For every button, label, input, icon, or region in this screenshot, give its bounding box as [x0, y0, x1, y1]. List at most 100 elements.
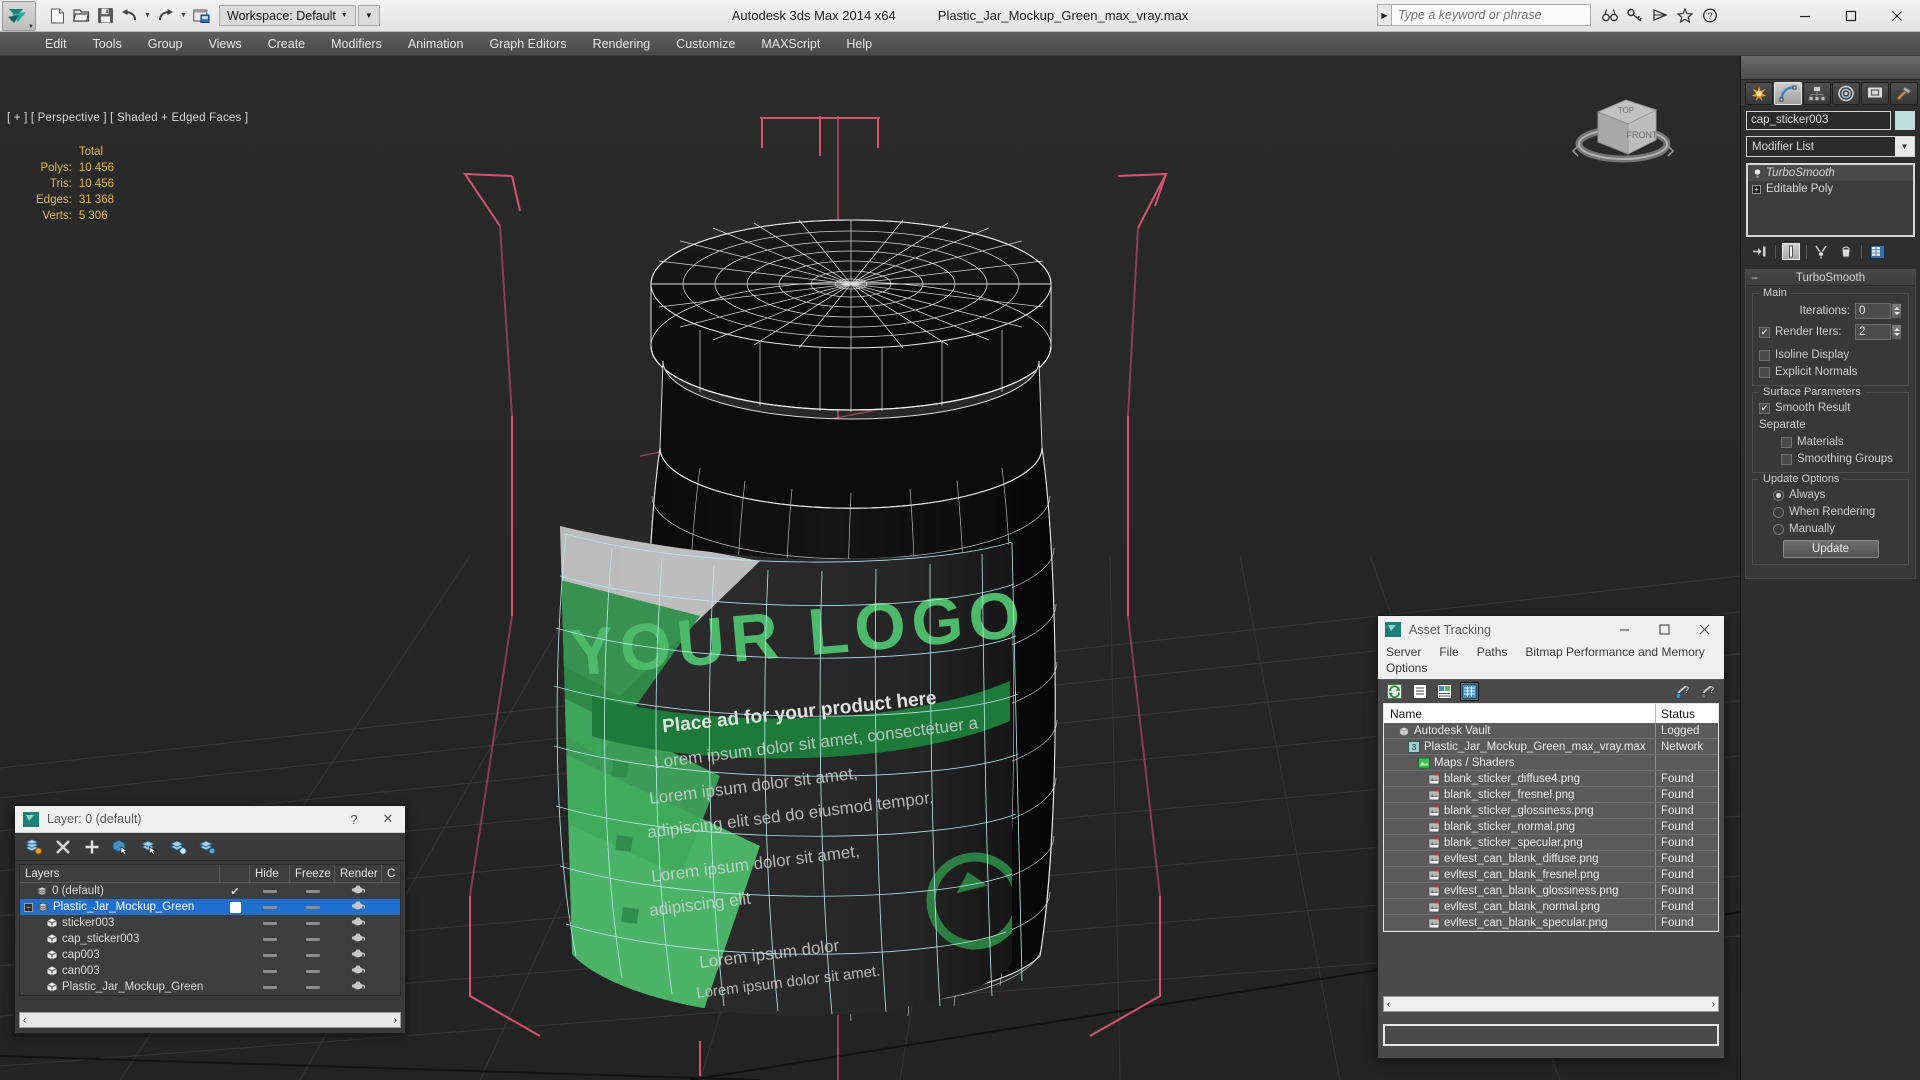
layer-dialog[interactable]: Layer: 0 (default) ? ✕ Layers Hide Freez… [14, 805, 406, 1034]
add-selection-to-layer-icon[interactable] [83, 838, 100, 855]
add-path-help-icon[interactable]: ? [1674, 683, 1691, 700]
layer-row[interactable]: sticker003 [20, 915, 400, 931]
close-button[interactable] [1874, 0, 1920, 32]
update-manually-radio[interactable] [1773, 523, 1784, 535]
search-input[interactable] [1391, 4, 1591, 26]
menu-item-views[interactable]: Views [195, 34, 254, 54]
menu-item-graph-editors[interactable]: Graph Editors [476, 34, 579, 54]
asset-row[interactable]: blank_sticker_normal.png Found [1384, 819, 1718, 835]
scroll-left-arrow[interactable]: ‹ [1387, 999, 1390, 1010]
column-freeze[interactable]: Freeze [290, 865, 335, 882]
show-end-result-button[interactable] [1782, 243, 1800, 260]
list-view-icon[interactable] [1411, 683, 1428, 700]
at-menu-paths[interactable]: Paths [1475, 644, 1510, 660]
column-color[interactable]: C [382, 865, 400, 882]
layer-row[interactable]: cap_sticker003 [20, 931, 400, 947]
scroll-left-arrow[interactable]: ‹ [23, 1015, 26, 1026]
subscription-key-icon[interactable] [1625, 5, 1645, 25]
select-objects-in-layer-icon[interactable] [112, 838, 129, 855]
select-layer-icon[interactable] [141, 838, 158, 855]
collapse-minus-icon[interactable]: − [1751, 271, 1758, 285]
layer-freeze-cell[interactable] [290, 985, 335, 989]
asset-row[interactable]: 3 Plastic_Jar_Mockup_Green_max_vray.max Ne… [1384, 739, 1718, 755]
stack-item-turbosmooth[interactable]: TurboSmooth [1748, 165, 1913, 181]
set-current-layer-to-selection-icon[interactable] [170, 838, 187, 855]
display-tab[interactable] [1861, 82, 1889, 105]
layer-hide-cell[interactable] [250, 905, 290, 909]
layer-dialog-close-button[interactable]: ✕ [371, 806, 405, 833]
stack-item-editable-poly[interactable]: + Editable Poly [1748, 181, 1913, 197]
render-iters-spin-arrows[interactable] [1891, 324, 1902, 340]
asset-row[interactable]: evltest_can_blank_glossiness.png Found [1384, 883, 1718, 899]
column-hide[interactable]: Hide [250, 865, 290, 882]
iterations-value[interactable]: 0 [1855, 303, 1891, 319]
layer-render-cell[interactable] [335, 884, 382, 898]
asset-tracking-minimize-button[interactable] [1604, 616, 1644, 643]
delete-layer-icon[interactable] [54, 838, 71, 855]
layer-render-cell[interactable] [335, 964, 382, 978]
search-binoculars-icon[interactable] [1600, 5, 1620, 25]
table-view-icon[interactable] [1460, 682, 1479, 701]
redo-dropdown[interactable]: ▼ [178, 4, 189, 27]
layer-freeze-cell[interactable] [290, 969, 335, 973]
communication-center-icon[interactable] [1650, 5, 1670, 25]
undo-button[interactable] [118, 4, 141, 27]
asset-row[interactable]: evltest_can_blank_diffuse.png Found [1384, 851, 1718, 867]
save-file-button[interactable] [94, 4, 117, 27]
explicit-normals-checkbox[interactable] [1759, 366, 1770, 378]
search-dropdown-arrow[interactable]: ▶ [1377, 4, 1391, 26]
asset-tracking-close-button[interactable] [1684, 616, 1724, 643]
path-help-icon[interactable]: ? [1699, 683, 1716, 700]
asset-row[interactable]: blank_sticker_fresnel.png Found [1384, 787, 1718, 803]
menu-item-rendering[interactable]: Rendering [580, 34, 664, 54]
layer-expander-icon[interactable]: − [24, 902, 33, 912]
column-name[interactable]: Name [1384, 704, 1656, 723]
expand-plus-icon[interactable]: + [1752, 184, 1761, 194]
layer-list[interactable]: Layers Hide Freeze Render C 0 (default) ✔… [19, 864, 401, 996]
layer-hide-cell[interactable] [250, 921, 290, 925]
layer-freeze-cell[interactable] [290, 937, 335, 941]
hierarchy-tab[interactable] [1803, 82, 1831, 105]
layer-freeze-cell[interactable] [290, 953, 335, 957]
create-new-layer-icon[interactable] [25, 838, 42, 855]
workspace-dropdown-button[interactable]: ▼ [357, 5, 380, 26]
menu-item-create[interactable]: Create [255, 34, 319, 54]
update-always-row[interactable]: Always [1759, 489, 1902, 501]
layer-freeze-cell[interactable] [290, 905, 335, 909]
layer-row[interactable]: cap003 [20, 947, 400, 963]
layer-row[interactable]: Plastic_Jar_Mockup_Green [20, 979, 400, 995]
isoline-display-checkbox[interactable] [1759, 349, 1770, 361]
favorites-star-icon[interactable] [1675, 5, 1695, 25]
menu-item-modifiers[interactable]: Modifiers [318, 34, 395, 54]
asset-row[interactable]: Autodesk Vault Logged [1384, 723, 1718, 739]
layer-freeze-cell[interactable] [290, 889, 335, 893]
smooth-result-checkbox[interactable] [1759, 402, 1770, 414]
menu-item-group[interactable]: Group [135, 34, 196, 54]
menu-item-edit[interactable]: Edit [32, 34, 80, 54]
asset-row[interactable]: blank_sticker_glossiness.png Found [1384, 803, 1718, 819]
remove-modifier-button[interactable] [1837, 243, 1855, 260]
make-unique-button[interactable] [1813, 243, 1831, 260]
modify-tab[interactable] [1774, 82, 1802, 105]
menu-item-help[interactable]: Help [833, 34, 885, 54]
menu-item-customize[interactable]: Customize [663, 34, 748, 54]
iterations-stepper[interactable]: 0 [1855, 303, 1902, 319]
maximize-button[interactable] [1828, 0, 1874, 32]
motion-tab[interactable] [1832, 82, 1860, 105]
render-iters-checkbox[interactable] [1759, 326, 1770, 338]
layer-hide-cell[interactable] [250, 937, 290, 941]
separate-materials-checkbox[interactable] [1781, 436, 1792, 448]
asset-tracking-dialog[interactable]: Asset Tracking Server File Paths Bitmap … [1377, 615, 1725, 1059]
layer-render-cell[interactable] [335, 980, 382, 994]
object-name-field[interactable]: cap_sticker003 [1746, 111, 1891, 130]
open-file-button[interactable] [70, 4, 93, 27]
undo-dropdown[interactable]: ▼ [142, 4, 153, 27]
menu-item-tools[interactable]: Tools [80, 34, 135, 54]
layer-render-cell[interactable] [335, 916, 382, 930]
layer-render-cell[interactable] [335, 948, 382, 962]
pin-stack-button[interactable] [1751, 243, 1769, 260]
layer-properties-icon[interactable] [199, 838, 216, 855]
column-layers[interactable]: Layers [20, 865, 220, 882]
layer-dialog-help-button[interactable]: ? [337, 806, 371, 833]
asset-row[interactable]: blank_sticker_specular.png Found [1384, 835, 1718, 851]
